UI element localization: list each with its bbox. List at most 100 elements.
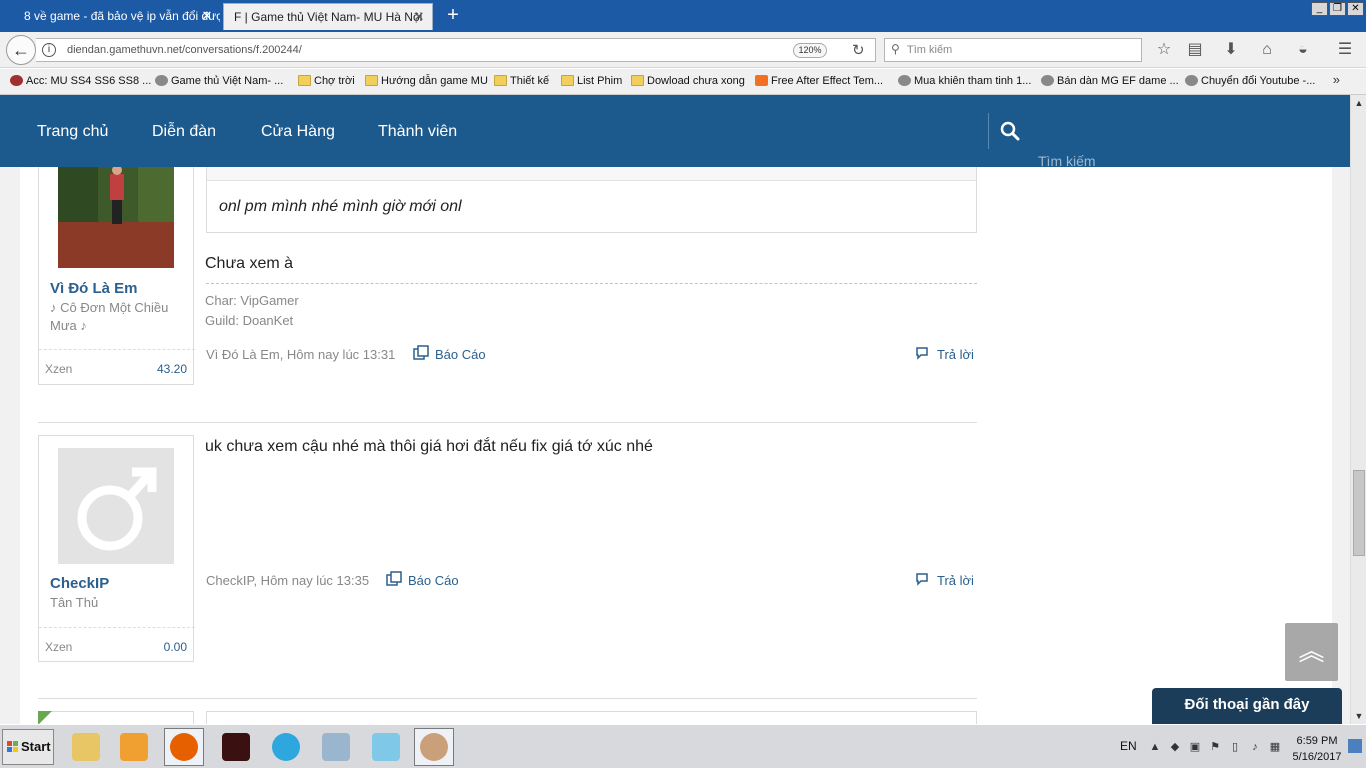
bookmark-item[interactable]: Chợ trời xyxy=(298,75,355,87)
usb-icon[interactable]: ▯ xyxy=(1228,740,1242,754)
search-input[interactable]: ⚲ Tìm kiếm xyxy=(884,38,1142,62)
close-tab-icon[interactable]: ✕ xyxy=(200,3,214,29)
taskbar-firefox[interactable] xyxy=(164,728,204,766)
bookmark-item[interactable]: Thiết kế xyxy=(494,75,549,87)
taskbar-calculator[interactable] xyxy=(316,728,356,766)
search-icon[interactable] xyxy=(1000,121,1020,141)
username[interactable]: CheckIP xyxy=(50,575,109,592)
bookmark-item[interactable]: Free After Effect Tem... xyxy=(755,75,883,87)
info-icon[interactable]: i xyxy=(42,43,56,57)
report-icon xyxy=(413,345,429,360)
reply-link[interactable]: Trả lời xyxy=(915,573,974,588)
browser-tab-active[interactable]: F | Game thủ Việt Nam- MU Hà Nội ✕ xyxy=(223,3,433,30)
clock-date: 5/16/2017 xyxy=(1292,751,1342,763)
menu-icon[interactable]: ☰ xyxy=(1335,40,1355,60)
browser-tab[interactable]: 8 về game - đã bảo vệ ip vẫn đổi đượ ✕ xyxy=(0,3,220,30)
scroll-up-arrow-icon[interactable]: ▲ xyxy=(1351,95,1366,111)
taskbar-paint[interactable] xyxy=(414,728,454,766)
message-meta[interactable]: CheckIP, Hôm nay lúc 13:35 xyxy=(206,573,369,588)
restore-button[interactable]: ❐ xyxy=(1329,2,1346,16)
taskbar: Start EN ▲ ◆ ▣ ⚑ ▯ ♪ ▦ 6:59 PM 5/16/2017 xyxy=(0,724,1366,768)
reply-link[interactable]: Trả lời xyxy=(915,347,974,362)
volume-icon[interactable]: ♪ xyxy=(1248,740,1262,754)
search-icon: ⚲ xyxy=(891,42,900,56)
bookmark-item[interactable]: Bán dàn MG EF dame ... xyxy=(1041,75,1179,87)
bookmark-label: Thiết kế xyxy=(510,75,550,87)
bookmark-item[interactable]: Mua khiên tham tinh 1... xyxy=(898,75,1031,87)
globe-icon xyxy=(1185,75,1198,86)
reload-icon[interactable]: ↻ xyxy=(852,41,865,59)
nav-search-label[interactable]: Tìm kiếm xyxy=(1038,153,1096,169)
stat-value: 0.00 xyxy=(163,640,187,654)
recent-conversations-button[interactable]: Đối thoại gần đây xyxy=(1152,688,1342,724)
telegram-icon xyxy=(272,733,300,761)
reading-list-icon[interactable]: ▤ xyxy=(1185,40,1205,60)
taskbar-explorer[interactable] xyxy=(66,728,106,766)
scroll-down-arrow-icon[interactable]: ▼ xyxy=(1351,708,1366,724)
bookmarks-bar: Acc: MU SS4 SS6 SS8 ... Game thủ Việt Na… xyxy=(0,69,1366,95)
tray-app-icon[interactable]: ▣ xyxy=(1188,740,1202,754)
bookmark-item[interactable]: List Phim xyxy=(561,75,622,87)
reply-label: Trả lời xyxy=(937,573,974,588)
default-avatar-male-icon[interactable] xyxy=(58,448,174,564)
bookmarks-overflow-button[interactable]: » xyxy=(1333,72,1340,87)
show-desktop-button[interactable] xyxy=(1348,739,1362,753)
tray-flag-icon[interactable]: ⚑ xyxy=(1208,740,1222,754)
nav-home[interactable]: Trang chủ xyxy=(37,123,108,141)
report-link[interactable]: Báo Cáo xyxy=(413,345,486,362)
start-label: Start xyxy=(21,739,51,754)
taskbar-telegram[interactable] xyxy=(266,728,306,766)
reply-icon xyxy=(916,573,928,586)
nav-members[interactable]: Thành viên xyxy=(378,123,457,141)
bookmark-item[interactable]: Dowload chưa xong xyxy=(631,75,745,87)
close-tab-icon[interactable]: ✕ xyxy=(412,4,426,30)
show-hidden-icons[interactable]: ▲ xyxy=(1148,740,1162,754)
clock[interactable]: 6:59 PM 5/16/2017 xyxy=(1290,733,1344,765)
minimize-button[interactable]: _ xyxy=(1311,2,1328,16)
bookmark-label: Acc: MU SS4 SS6 SS8 ... xyxy=(26,75,152,87)
start-button[interactable]: Start xyxy=(2,729,54,765)
nav-forum[interactable]: Diễn đàn xyxy=(152,123,216,141)
blogger-icon xyxy=(755,75,768,86)
taskbar-media-player[interactable] xyxy=(114,728,154,766)
signature-divider xyxy=(206,283,977,284)
close-window-button[interactable]: ✕ xyxy=(1347,2,1364,16)
home-icon[interactable]: ⌂ xyxy=(1257,40,1277,60)
bookmark-item[interactable]: Game thủ Việt Nam- ... xyxy=(155,75,283,87)
bookmark-item[interactable]: Chuyển đổi Youtube -... xyxy=(1185,75,1315,87)
stat-label: Xzen xyxy=(45,640,73,654)
back-button[interactable]: ← xyxy=(6,35,36,65)
download-icon[interactable]: ⬇ xyxy=(1221,40,1241,60)
system-tray: ▲ ◆ ▣ ⚑ ▯ ♪ ▦ xyxy=(1148,737,1283,757)
report-link[interactable]: Báo Cáo xyxy=(386,571,459,588)
nav-shop[interactable]: Cửa Hàng xyxy=(261,123,335,141)
user-avatar[interactable] xyxy=(58,152,174,268)
scrollbar-thumb[interactable] xyxy=(1353,470,1365,556)
address-bar[interactable]: i diendan.gamethuvn.net/conversations/f.… xyxy=(36,38,876,62)
language-indicator[interactable]: EN xyxy=(1120,739,1137,753)
new-tab-button[interactable]: + xyxy=(444,5,462,25)
network-icon[interactable]: ▦ xyxy=(1268,740,1282,754)
vertical-scrollbar[interactable]: ▲ ▼ xyxy=(1350,95,1366,724)
pocket-icon[interactable]: ◒ xyxy=(1293,40,1313,60)
browser-toolbar: ← i diendan.gamethuvn.net/conversations/… xyxy=(0,32,1366,68)
scroll-to-top-button[interactable]: ︽ xyxy=(1285,623,1338,681)
bookmark-star-icon[interactable]: ☆ xyxy=(1154,40,1174,60)
tray-app-icon[interactable]: ◆ xyxy=(1168,740,1182,754)
bookmark-item[interactable]: Hướng dẫn game MU xyxy=(365,75,488,87)
bookmark-label: Hướng dẫn game MU xyxy=(381,75,488,87)
globe-icon xyxy=(155,75,168,86)
zoom-indicator[interactable]: 120% xyxy=(793,43,827,58)
taskbar-mu[interactable] xyxy=(216,728,256,766)
firefox-icon xyxy=(170,733,198,761)
message-meta[interactable]: Vì Đó Là Em, Hôm nay lúc 13:31 xyxy=(206,347,395,362)
message-separator xyxy=(38,698,977,699)
url-text[interactable]: diendan.gamethuvn.net/conversations/f.20… xyxy=(67,44,302,56)
page-viewport: onl pm mình nhé mình giờ mới onl Vì Đó L… xyxy=(0,95,1350,724)
username[interactable]: Vì Đó Là Em xyxy=(50,280,138,297)
bookmark-item[interactable]: Acc: MU SS4 SS6 SS8 ... xyxy=(10,75,151,87)
globe-icon xyxy=(1041,75,1054,86)
taskbar-notes[interactable] xyxy=(366,728,406,766)
next-message-box xyxy=(206,711,977,724)
report-label: Báo Cáo xyxy=(408,573,459,588)
